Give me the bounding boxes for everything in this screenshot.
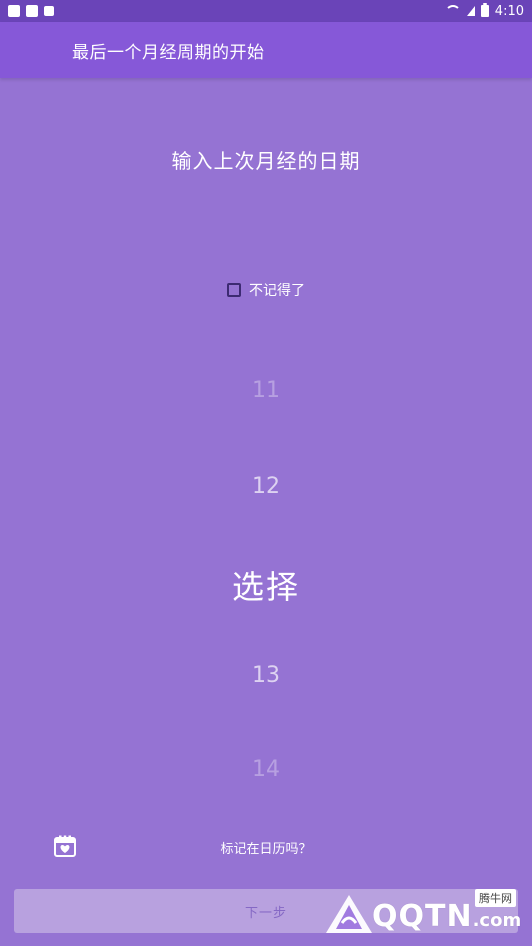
battery-icon bbox=[480, 3, 489, 17]
status-right: 4:10 bbox=[445, 3, 524, 19]
date-prompt: 输入上次月经的日期 bbox=[171, 149, 361, 173]
status-time: 4:10 bbox=[494, 3, 524, 19]
picker-item[interactable]: 14 bbox=[0, 757, 532, 782]
forgot-checkbox-row[interactable]: 不记得了 bbox=[0, 280, 532, 300]
app-title: 最后一个月经周期的开始 bbox=[72, 42, 265, 63]
next-button[interactable]: 下一步 bbox=[14, 889, 518, 933]
picker-item[interactable]: 13 bbox=[0, 663, 532, 688]
day-picker[interactable]: 11 12 选择 13 14 bbox=[0, 350, 532, 810]
notification-icon bbox=[8, 5, 20, 17]
calendar-row[interactable]: 标记在日历吗？ bbox=[0, 830, 532, 866]
picker-item[interactable]: 11 bbox=[0, 378, 532, 403]
status-left-icons bbox=[8, 5, 54, 17]
calendar-label: 标记在日历吗？ bbox=[220, 842, 312, 857]
signal-icon bbox=[466, 6, 475, 16]
font-notification-icon bbox=[44, 6, 54, 16]
picker-item-selected[interactable]: 选择 bbox=[0, 562, 532, 608]
forgot-checkbox[interactable] bbox=[227, 283, 241, 297]
status-bar: 4:10 bbox=[0, 0, 532, 22]
wifi-icon bbox=[445, 5, 461, 17]
picker-item[interactable]: 12 bbox=[0, 474, 532, 499]
forgot-label[interactable]: 不记得了 bbox=[249, 280, 305, 300]
app-bar: 最后一个月经周期的开始 bbox=[0, 22, 532, 78]
app-notification-icon bbox=[26, 5, 38, 17]
